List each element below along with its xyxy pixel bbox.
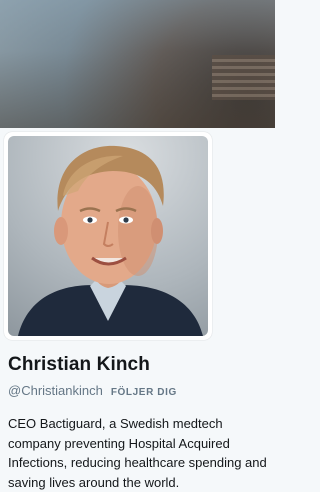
cover-photo [0,0,275,128]
avatar-portrait [18,145,203,336]
profile-bio: CEO Bactiguard, a Swedish medtech compan… [8,416,267,490]
profile-handle[interactable]: @Christiankinch [8,383,103,398]
avatar[interactable] [8,136,208,336]
avatar-frame[interactable] [4,132,212,340]
follows-you-badge: FÖLJER DIG [110,387,177,398]
profile-name[interactable]: Christian Kinch [8,354,150,376]
cover-detail [212,55,275,100]
profile-card: Christian Kinch @Christiankinch FÖLJER D… [0,128,275,490]
handle-row: @Christiankinch FÖLJER DIG [8,383,177,398]
